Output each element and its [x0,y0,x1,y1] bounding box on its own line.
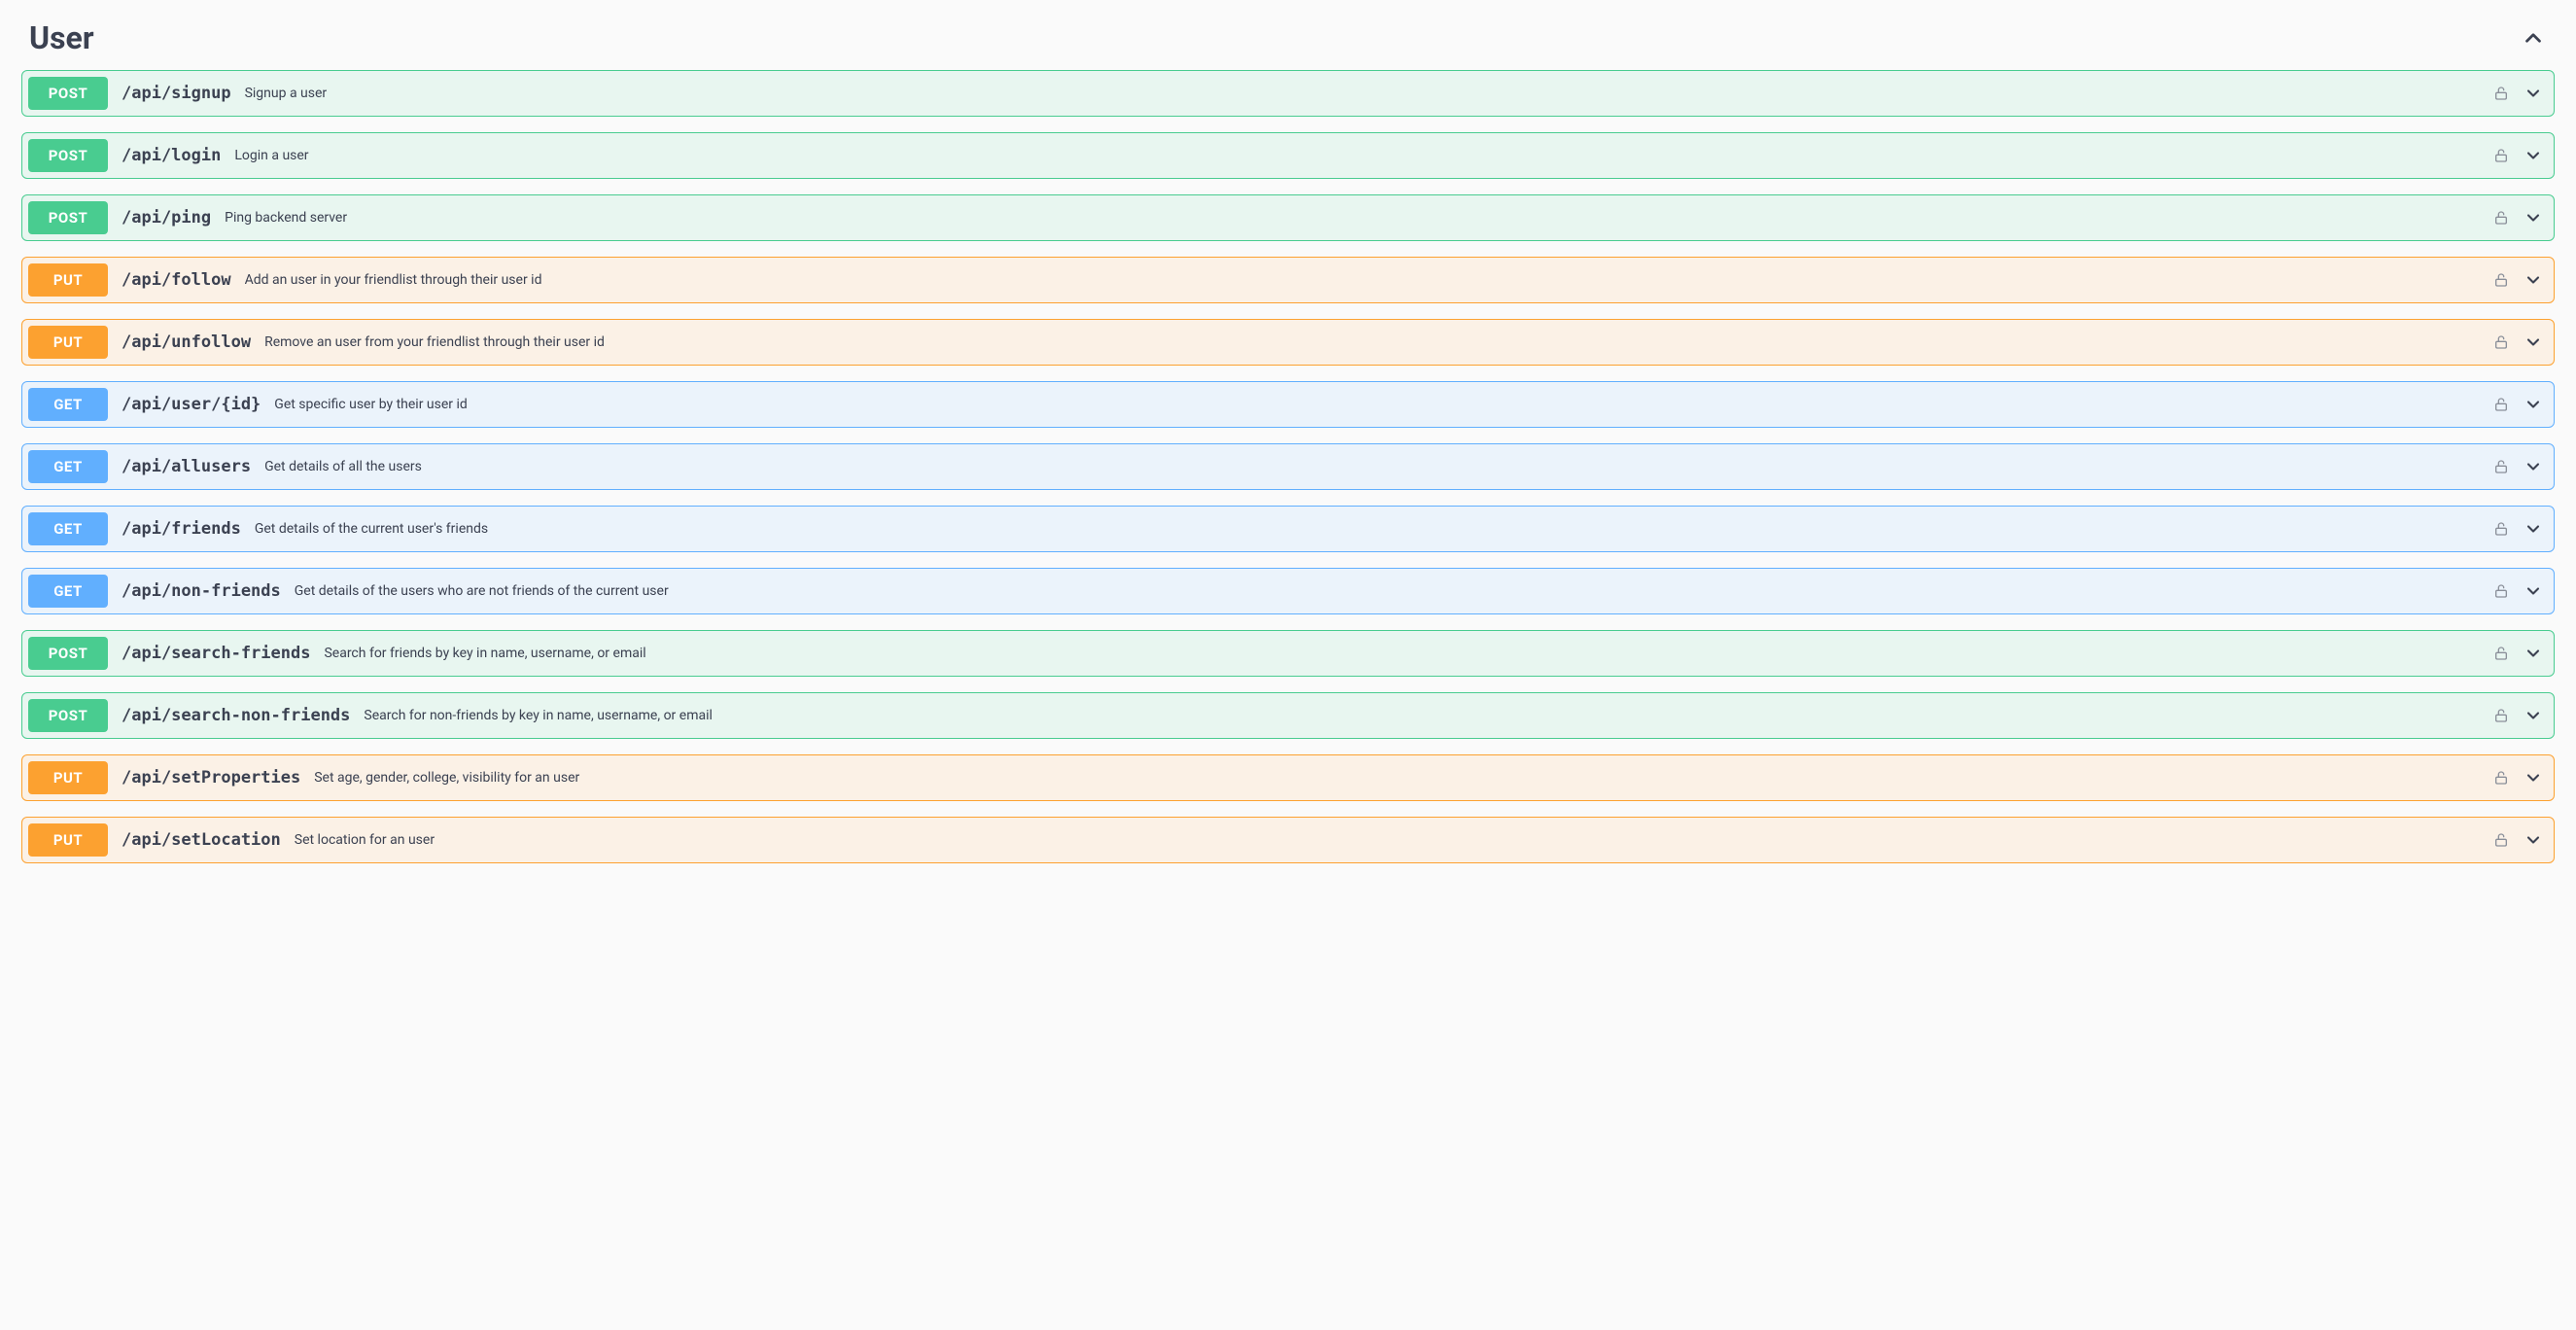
endpoint-path: /api/follow [122,270,231,290]
tag-header[interactable]: User [19,10,2557,70]
method-badge: PUT [28,761,108,794]
endpoint-path: /api/signup [122,84,231,103]
operation-actions [2491,83,2544,104]
unlock-icon[interactable] [2491,208,2511,228]
operation-actions [2491,269,2544,291]
endpoint-summary: Get details of the current user's friend… [255,521,2478,537]
operation-row[interactable]: GET/api/non-friends Get details of the us… [21,568,2555,614]
method-badge: POST [28,699,108,732]
endpoint-summary: Ping backend server [225,210,2478,226]
endpoint-path: /api/search-non-friends [122,706,350,725]
operation-row[interactable]: GET/api/user/{id} Get specific user by th… [21,381,2555,428]
operation-actions [2491,829,2544,851]
chevron-up-icon [2520,24,2547,52]
endpoint-summary: Get details of the users who are not fri… [295,583,2478,599]
chevron-down-icon [2523,767,2544,788]
endpoint-path: /api/non-friends [122,581,281,601]
endpoint-path: /api/setLocation [122,830,281,850]
endpoint-path: /api/user/{id} [122,395,261,414]
method-badge: GET [28,575,108,608]
operation-actions [2491,394,2544,415]
endpoint-summary: Remove an user from your friendlist thro… [264,334,2478,350]
unlock-icon[interactable] [2491,84,2511,103]
chevron-down-icon [2523,207,2544,228]
unlock-icon[interactable] [2491,644,2511,663]
unlock-icon[interactable] [2491,332,2511,352]
chevron-down-icon [2523,580,2544,602]
endpoint-path: /api/setProperties [122,768,300,788]
chevron-down-icon [2523,394,2544,415]
unlock-icon[interactable] [2491,706,2511,725]
operation-actions [2491,145,2544,166]
operation-row[interactable]: POST/api/search-friends Search for friend… [21,630,2555,677]
unlock-icon[interactable] [2491,457,2511,476]
unlock-icon[interactable] [2491,395,2511,414]
operation-row[interactable]: PUT/api/follow Add an user in your friend… [21,257,2555,303]
operation-actions [2491,332,2544,353]
operation-row[interactable]: POST/api/signup Signup a user [21,70,2555,117]
chevron-down-icon [2523,269,2544,291]
chevron-down-icon [2523,829,2544,851]
unlock-icon[interactable] [2491,519,2511,539]
chevron-down-icon [2523,643,2544,664]
endpoint-summary: Search for non-friends by key in name, u… [364,708,2478,723]
endpoint-summary: Set age, gender, college, visibility for… [314,770,2478,786]
endpoint-summary: Signup a user [245,86,2478,101]
method-badge: GET [28,388,108,421]
method-badge: POST [28,637,108,670]
method-badge: GET [28,450,108,483]
tag-title: User [29,19,94,56]
endpoint-path: /api/login [122,146,221,165]
method-badge: GET [28,512,108,545]
chevron-down-icon [2523,518,2544,540]
endpoint-summary: Set location for an user [295,832,2478,848]
operation-row[interactable]: GET/api/allusers Get details of all the u… [21,443,2555,490]
operation-actions [2491,518,2544,540]
method-badge: POST [28,201,108,234]
method-badge: POST [28,139,108,172]
operation-row[interactable]: PUT/api/setLocation Set location for an u… [21,817,2555,863]
chevron-down-icon [2523,705,2544,726]
unlock-icon[interactable] [2491,768,2511,788]
operation-row[interactable]: POST/api/search-non-friends Search for no… [21,692,2555,739]
chevron-down-icon [2523,456,2544,477]
endpoint-path: /api/ping [122,208,211,228]
operations-list: POST/api/signup Signup a user POST/api/log… [19,70,2557,873]
operation-actions [2491,207,2544,228]
endpoint-path: /api/allusers [122,457,251,476]
method-badge: PUT [28,263,108,297]
operation-row[interactable]: PUT/api/setProperties Set age, gender, co… [21,754,2555,801]
endpoint-summary: Login a user [234,148,2478,163]
method-badge: PUT [28,823,108,857]
chevron-down-icon [2523,332,2544,353]
endpoint-summary: Get details of all the users [264,459,2478,474]
unlock-icon[interactable] [2491,146,2511,165]
endpoint-summary: Search for friends by key in name, usern… [324,646,2478,661]
endpoint-path: /api/unfollow [122,332,251,352]
method-badge: PUT [28,326,108,359]
operation-actions [2491,456,2544,477]
operation-actions [2491,580,2544,602]
unlock-icon[interactable] [2491,270,2511,290]
chevron-down-icon [2523,145,2544,166]
operation-actions [2491,643,2544,664]
endpoint-path: /api/friends [122,519,241,539]
method-badge: POST [28,77,108,110]
chevron-down-icon [2523,83,2544,104]
endpoint-summary: Add an user in your friendlist through t… [245,272,2478,288]
operation-row[interactable]: GET/api/friends Get details of the curren… [21,506,2555,552]
unlock-icon[interactable] [2491,581,2511,601]
endpoint-summary: Get specific user by their user id [274,397,2478,412]
operation-row[interactable]: PUT/api/unfollow Remove an user from your… [21,319,2555,366]
operation-actions [2491,767,2544,788]
operation-row[interactable]: POST/api/ping Ping backend server [21,194,2555,241]
endpoint-path: /api/search-friends [122,644,310,663]
operation-row[interactable]: POST/api/login Login a user [21,132,2555,179]
operation-actions [2491,705,2544,726]
unlock-icon[interactable] [2491,830,2511,850]
